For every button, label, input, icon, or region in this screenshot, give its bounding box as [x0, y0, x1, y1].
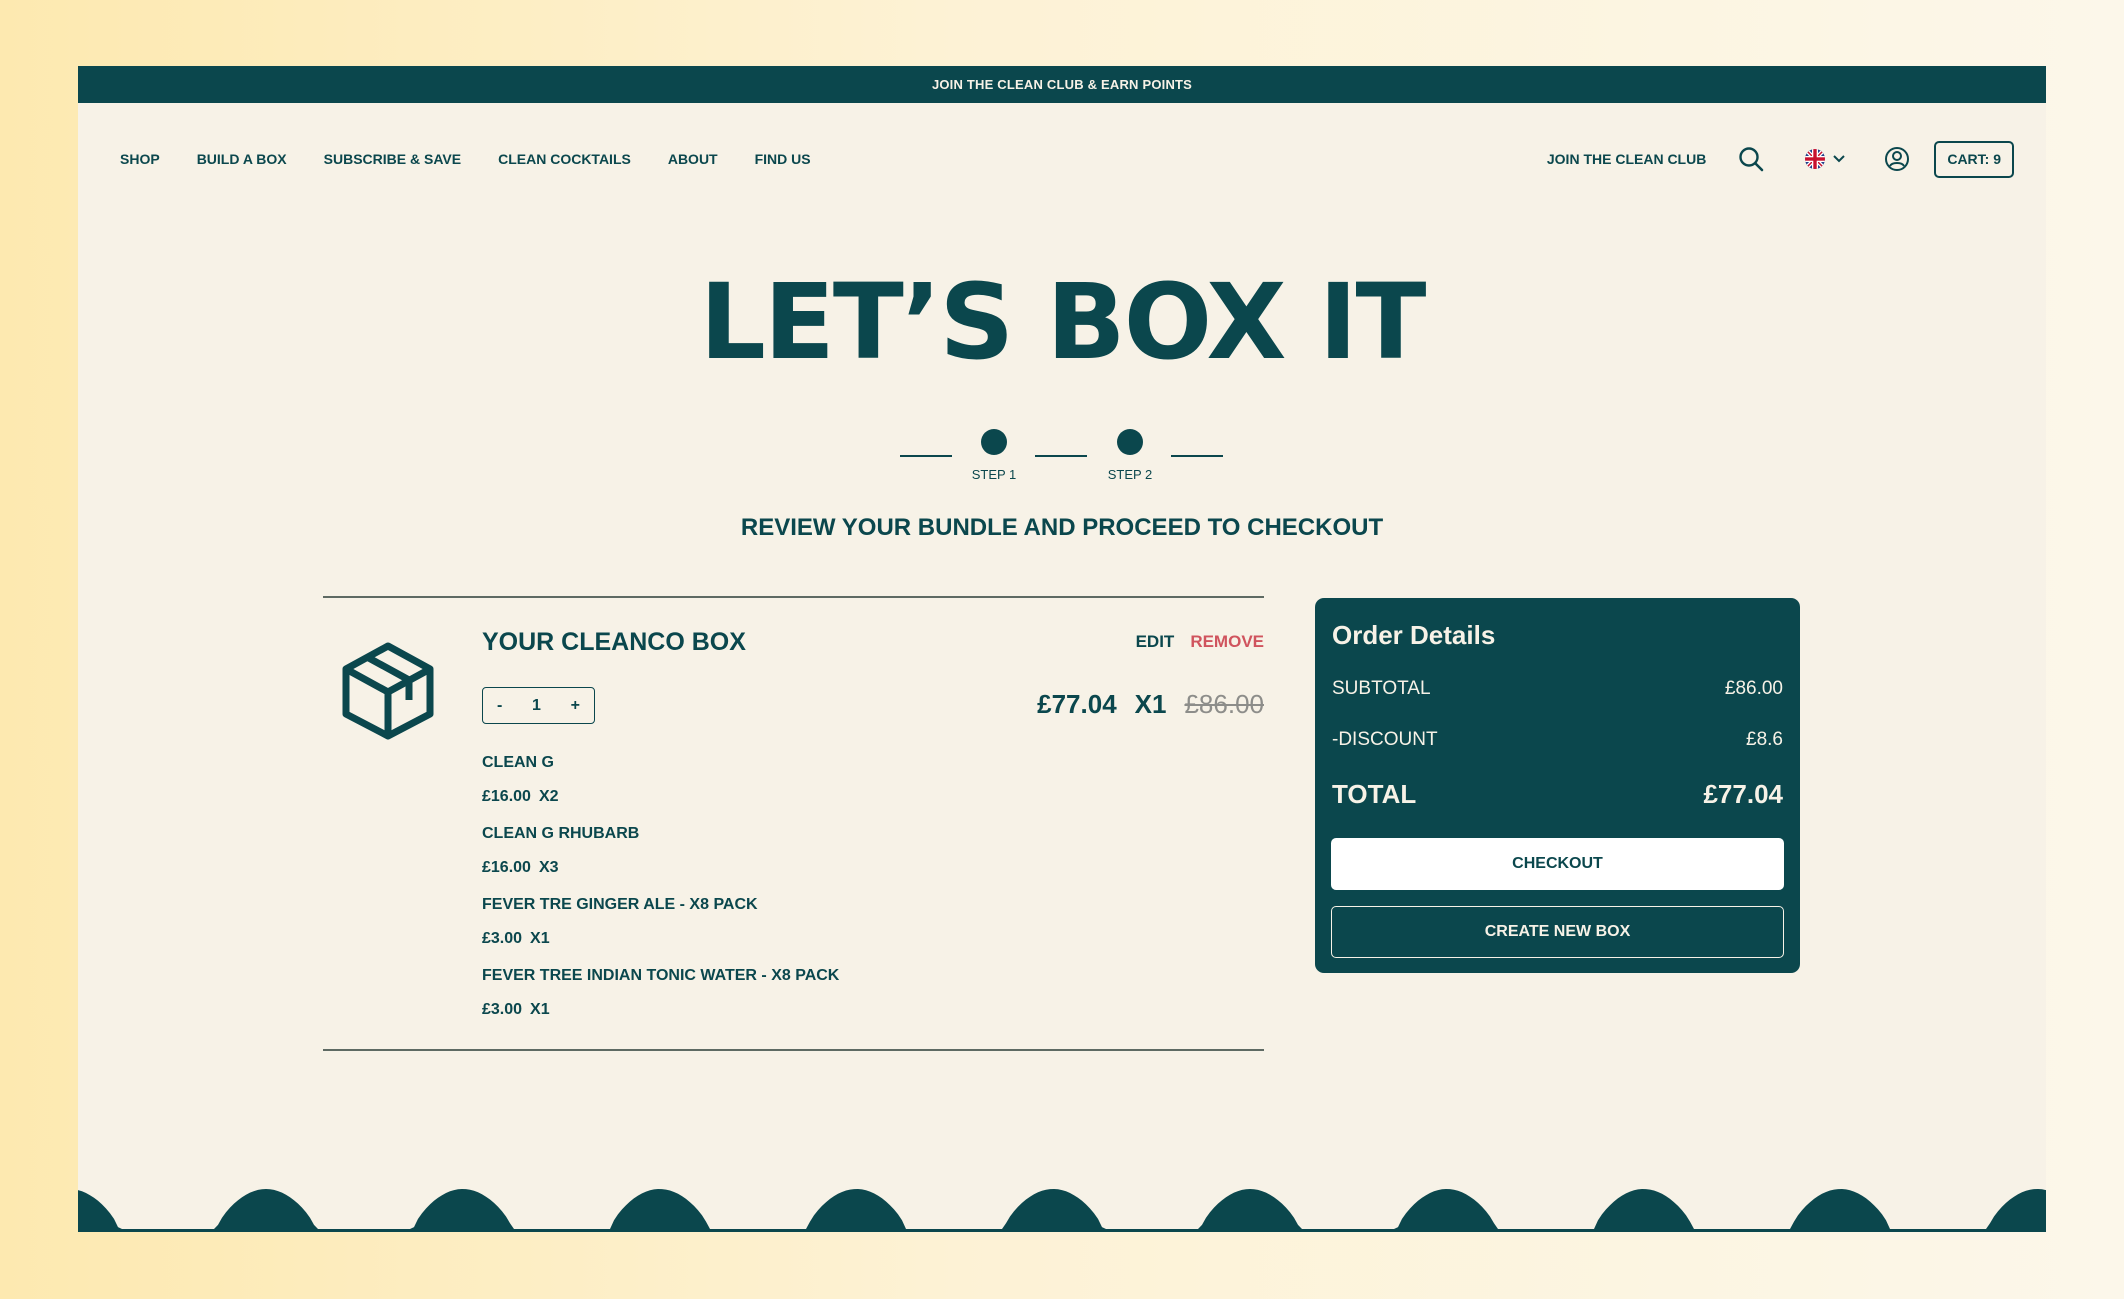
- account-button[interactable]: [1884, 146, 1910, 172]
- box-price-original: £86.00: [1184, 689, 1264, 719]
- item-price: £3.00: [482, 930, 523, 947]
- search-button[interactable]: [1738, 146, 1764, 172]
- checkout-button[interactable]: CHECKOUT: [1331, 838, 1784, 890]
- item-price: £16.00: [482, 859, 531, 876]
- box-price-multiplier: X1: [1134, 689, 1167, 719]
- wave-footer: [78, 1189, 2046, 1232]
- total-value: £77.04: [1703, 779, 1783, 809]
- create-new-box-button[interactable]: CREATE NEW BOX: [1331, 906, 1784, 958]
- item-qty: X3: [538, 859, 559, 876]
- nav-link-clean-cocktails[interactable]: CLEAN COCKTAILS: [498, 151, 631, 167]
- page-title: LET’S BOX IT: [699, 261, 1427, 383]
- discount-label: -DISCOUNT: [1332, 729, 1438, 750]
- item-qty: X1: [530, 930, 550, 947]
- nav-link-subscribe-save[interactable]: SUBSCRIBE & SAVE: [324, 151, 461, 167]
- box-icon: [342, 642, 434, 740]
- item-price-row: £3.00 X1: [482, 1000, 839, 1020]
- page-frame: JOIN THE CLEAN CLUB & EARN POINTS SHOP B…: [78, 66, 2046, 1232]
- box-actions: EDIT REMOVE: [1136, 632, 1264, 652]
- item-price-row: £3.00 X1: [482, 929, 839, 949]
- cart-button[interactable]: CART: 9: [1934, 140, 2014, 178]
- item-name: CLEAN G RHUBARB: [482, 825, 640, 842]
- box-items: CLEAN G £16.00 X2 CLEAN G RHUBARB £16.00…: [482, 753, 839, 1037]
- step-2-label: STEP 2: [1107, 467, 1153, 482]
- total-label: TOTAL: [1332, 779, 1417, 809]
- discount-value: £8.6: [1746, 729, 1783, 750]
- edit-box-link[interactable]: EDIT: [1136, 632, 1175, 652]
- nav-links: SHOP BUILD A BOX SUBSCRIBE & SAVE CLEAN …: [120, 151, 811, 167]
- nav-link-build-a-box[interactable]: BUILD A BOX: [197, 151, 287, 167]
- total-row: TOTAL £77.04: [1332, 779, 1783, 810]
- chevron-down-icon: [1833, 155, 1846, 163]
- item-qty: X2: [538, 788, 559, 805]
- announcement-bar[interactable]: JOIN THE CLEAN CLUB & EARN POINTS: [78, 66, 2046, 103]
- nav-link-shop[interactable]: SHOP: [120, 151, 160, 167]
- nav-utilities: JOIN THE CLEAN CLUB CART: 9: [1547, 140, 2014, 178]
- subtotal-value: £86.00: [1724, 678, 1783, 699]
- step-2-dot: [1117, 429, 1143, 455]
- item-price: £3.00: [482, 1001, 523, 1018]
- step-line: [1171, 455, 1223, 457]
- quantity-decrement-button[interactable]: -: [493, 697, 506, 715]
- language-selector[interactable]: [1804, 148, 1846, 170]
- step-1-dot: [981, 429, 1007, 455]
- item-name: FEVER TRE GINGER ALE - X8 PACK: [482, 896, 758, 913]
- remove-box-link[interactable]: REMOVE: [1190, 632, 1264, 652]
- join-club-link[interactable]: JOIN THE CLEAN CLUB: [1547, 151, 1706, 167]
- list-item: CLEAN G £16.00 X2: [482, 753, 839, 807]
- quantity-stepper: - 1 +: [482, 687, 595, 724]
- announcement-text[interactable]: JOIN THE CLEAN CLUB & EARN POINTS: [932, 77, 1192, 92]
- uk-flag-icon: [1805, 149, 1826, 169]
- search-icon: [1739, 147, 1764, 172]
- list-item: CLEAN G RHUBARB £16.00 X3: [482, 824, 839, 878]
- bundle-box: YOUR CLEANCO BOX EDIT REMOVE - 1 + £77.0…: [323, 596, 1264, 1051]
- box-price: £77.04 X1 £86.00: [1037, 689, 1264, 720]
- page-subtitle: REVIEW YOUR BUNDLE AND PROCEED TO CHECKO…: [740, 514, 1384, 541]
- step-line: [900, 455, 952, 457]
- order-details-panel: Order Details SUBTOTAL £86.00 -DISCOUNT …: [1315, 598, 1800, 973]
- item-name: CLEAN G: [482, 754, 554, 771]
- step-line: [1035, 455, 1087, 457]
- item-price-row: £16.00 X2: [482, 787, 839, 807]
- subtotal-label: SUBTOTAL: [1332, 678, 1431, 699]
- item-price-row: £16.00 X3: [482, 858, 839, 878]
- list-item: FEVER TREE INDIAN TONIC WATER - X8 PACK …: [482, 966, 839, 1020]
- list-item: FEVER TRE GINGER ALE - X8 PACK £3.00 X1: [482, 895, 839, 949]
- item-name: FEVER TREE INDIAN TONIC WATER - X8 PACK: [482, 967, 840, 984]
- nav-link-find-us[interactable]: FIND US: [755, 151, 811, 167]
- order-details-title: Order Details: [1332, 620, 1496, 650]
- item-qty: X1: [530, 1001, 550, 1018]
- box-title: YOUR CLEANCO BOX: [482, 628, 746, 656]
- item-price: £16.00: [482, 788, 531, 805]
- discount-row: -DISCOUNT £8.6: [1332, 729, 1783, 751]
- nav-link-about[interactable]: ABOUT: [668, 151, 718, 167]
- quantity-increment-button[interactable]: +: [567, 697, 584, 715]
- main-nav: SHOP BUILD A BOX SUBSCRIBE & SAVE CLEAN …: [78, 103, 2046, 215]
- subtotal-row: SUBTOTAL £86.00: [1332, 678, 1783, 700]
- box-price-current: £77.04: [1037, 689, 1117, 719]
- account-icon: [1885, 147, 1910, 171]
- quantity-value[interactable]: 1: [532, 697, 541, 715]
- step-1-label: STEP 1: [971, 467, 1017, 482]
